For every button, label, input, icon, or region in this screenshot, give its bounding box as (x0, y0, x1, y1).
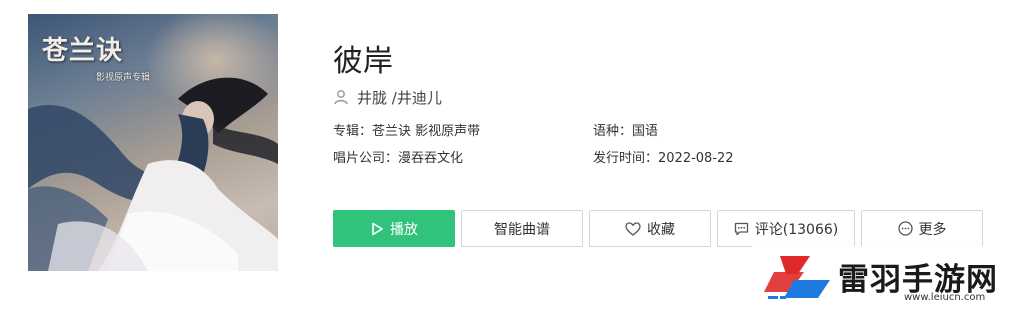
artist-row: 井胧 /井迪儿 (333, 86, 442, 108)
release-label: 发行时间： (593, 151, 659, 166)
play-button[interactable]: 播放 (333, 210, 455, 247)
play-icon (370, 222, 384, 236)
company-label: 唱片公司： (333, 151, 399, 166)
play-label: 播放 (390, 221, 418, 238)
song-title: 彼岸 (333, 44, 393, 79)
smart-score-button[interactable]: 智能曲谱 (461, 210, 583, 247)
favorite-label: 收藏 (647, 221, 675, 238)
album-info: 专辑：苍兰诀 影视原声带 (333, 120, 480, 139)
comment-button[interactable]: 评论(13066) (717, 210, 855, 247)
watermark-url: www.leiucn.com (904, 292, 986, 303)
comment-label: 评论(13066) (754, 221, 839, 238)
artist-names[interactable]: 井胧 /井迪儿 (357, 87, 442, 108)
more-label: 更多 (918, 221, 947, 238)
watermark-logo-icon (764, 256, 830, 299)
site-watermark: 雷羽手游网 www.leiucn.com (752, 246, 1020, 309)
album-label: 专辑： (333, 124, 373, 139)
release-info: 发行时间：2022-08-22 (593, 147, 734, 166)
language-label: 语种： (593, 124, 633, 139)
company-value: 漫吞吞文化 (398, 151, 464, 166)
album-link[interactable]: 苍兰诀 影视原声带 (372, 124, 480, 139)
language-info: 语种：国语 (593, 120, 658, 139)
company-info: 唱片公司：漫吞吞文化 (333, 147, 463, 166)
language-value: 国语 (632, 124, 659, 139)
favorite-button[interactable]: 收藏 (589, 210, 711, 247)
comment-icon (734, 222, 749, 236)
smart-score-label: 智能曲谱 (494, 221, 550, 238)
user-icon (333, 89, 349, 105)
heart-icon (625, 221, 641, 236)
cover-subtitle: 影视原声专辑 (96, 73, 151, 83)
album-cover[interactable]: 苍兰诀 影视原声专辑 (28, 14, 278, 271)
release-date: 2022-08-22 (658, 151, 734, 166)
cover-title: 苍兰诀 (42, 36, 124, 66)
more-button[interactable]: 更多 (861, 210, 983, 247)
more-icon (897, 221, 913, 236)
